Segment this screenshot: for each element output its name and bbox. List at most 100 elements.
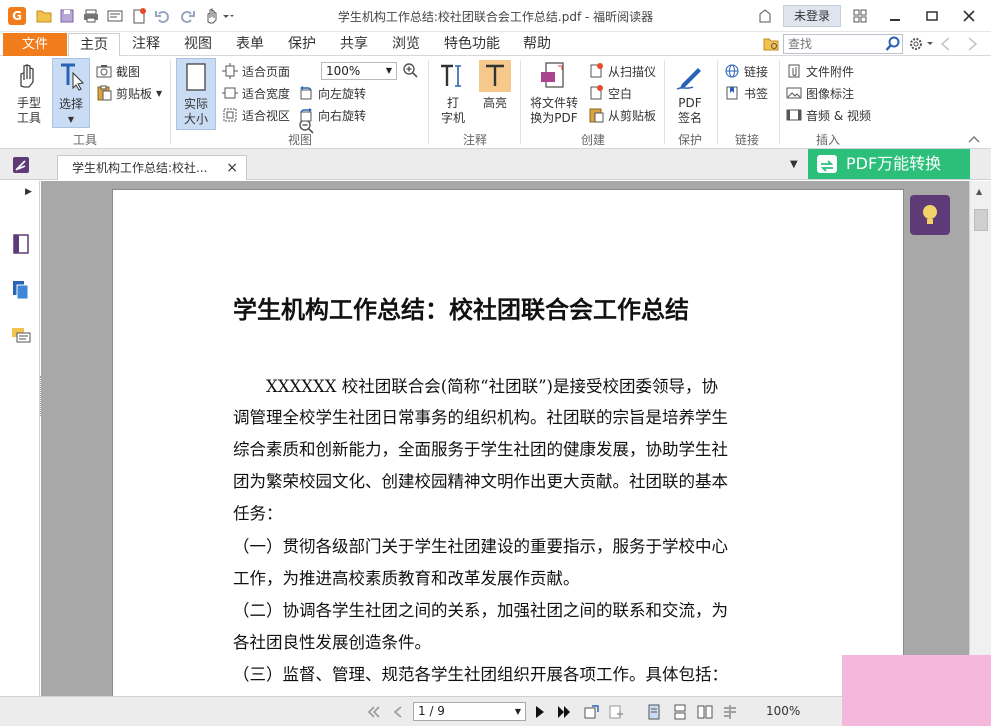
pdf-page: 学生机构工作总结：校社团联合会工作总结 XXXXXX 校社团联合会(简称“社团联…: [112, 189, 904, 696]
tab-comment[interactable]: 注释: [123, 32, 169, 56]
search-icon[interactable]: [885, 36, 901, 52]
document-text-line: （二）协调各学生社团之间的关系，加强社团之间的联系和交流，为: [233, 601, 728, 620]
typewriter-button[interactable]: 打 字机: [436, 58, 470, 126]
file-to-pdf-label-2: 换为PDF: [530, 111, 578, 125]
typewriter-icon: [437, 60, 469, 92]
scrollbar-thumb[interactable]: [974, 209, 988, 231]
hand-tool-button[interactable]: 手型 工具: [10, 58, 48, 126]
scroll-up-icon[interactable]: ▲: [976, 187, 982, 196]
export-page-icon[interactable]: [584, 704, 600, 720]
audio-video-button[interactable]: 音频 & 视频: [786, 106, 871, 124]
zoom-select[interactable]: 100% ▼: [321, 62, 397, 80]
next-page-icon[interactable]: [532, 704, 548, 720]
rotate-right-label: 向右旋转: [318, 108, 367, 123]
fit-visible-icon: [222, 107, 238, 123]
file-attachment-button[interactable]: 文件附件: [786, 62, 854, 80]
collapse-ribbon-icon[interactable]: [968, 133, 980, 143]
pdf-convert-button[interactable]: PDF万能转换: [808, 149, 970, 179]
close-tab-icon[interactable]: ×: [226, 156, 238, 180]
file-menu-tab[interactable]: 文件: [3, 33, 67, 56]
nav-forward-icon[interactable]: [966, 37, 978, 51]
document-tab[interactable]: 学生机构工作总结:校社... ×: [57, 155, 247, 180]
app-logo-icon[interactable]: G: [8, 7, 26, 25]
typewriter-label-2: 字机: [440, 111, 465, 125]
file-to-pdf-button[interactable]: 将文件转 换为PDF: [526, 58, 582, 126]
continuous-view-icon[interactable]: [672, 704, 688, 720]
redo-icon[interactable]: [178, 7, 196, 25]
settings-gear-icon[interactable]: [908, 36, 934, 52]
restore-icon[interactable]: [921, 5, 943, 27]
annotate-group-label: 注释: [462, 133, 487, 147]
expand-panel-icon[interactable]: ▶: [25, 187, 32, 197]
image-annotation-button[interactable]: 图像标注: [786, 84, 854, 102]
vertical-scrollbar[interactable]: ▲: [969, 181, 991, 696]
select-tool-button[interactable]: 选择 ▼: [52, 58, 90, 128]
text-cursor-icon: [55, 61, 87, 93]
hand-tool-quick-icon[interactable]: [203, 7, 235, 25]
pdf-sign-button[interactable]: PDF 签名: [670, 58, 710, 126]
ribbon-separator: [664, 60, 665, 144]
clipboard-dropdown-icon: ▼: [156, 88, 163, 98]
from-scanner-button[interactable]: 从扫描仪: [588, 62, 656, 80]
page-number-input[interactable]: 1 / 9 ▼: [413, 702, 526, 721]
highlight-button[interactable]: 高亮: [478, 58, 512, 111]
tab-form[interactable]: 表单: [227, 32, 273, 56]
fit-width-button[interactable]: 适合宽度: [222, 84, 290, 102]
minimize-icon[interactable]: [884, 5, 906, 27]
blank-doc-button[interactable]: 空白: [588, 84, 632, 102]
actual-size-button[interactable]: 实际 大小: [176, 58, 216, 130]
ribbon-separator: [717, 60, 718, 144]
zoom-in-icon[interactable]: [402, 62, 418, 78]
search-folder-icon[interactable]: [763, 37, 779, 51]
close-window-icon[interactable]: [958, 5, 980, 27]
undo-icon[interactable]: [154, 7, 172, 25]
grid-icon[interactable]: [850, 5, 870, 27]
open-folder-icon[interactable]: [35, 7, 53, 25]
pdf-convert-label: PDF万能转换: [846, 154, 942, 173]
continuous-facing-view-icon[interactable]: [722, 704, 738, 720]
tab-view[interactable]: 视图: [175, 32, 221, 56]
clipboard-button[interactable]: 剪贴板 ▼: [96, 84, 162, 102]
lightbulb-tip-icon[interactable]: [910, 195, 950, 235]
single-page-view-icon[interactable]: [646, 704, 662, 720]
hand-icon: [13, 60, 45, 92]
tab-home[interactable]: 主页: [68, 33, 120, 57]
bookmark-label: 书签: [744, 86, 769, 101]
facing-view-icon[interactable]: [697, 704, 713, 720]
protect-group-label: 保护: [677, 133, 702, 147]
previous-page-icon[interactable]: [390, 704, 406, 720]
document-tab-bar: 学生机构工作总结:校社... × ▼ PDF万能转换: [0, 149, 991, 180]
layers-icon[interactable]: [11, 279, 31, 301]
tab-protect[interactable]: 保护: [279, 32, 325, 56]
tab-help[interactable]: 帮助: [514, 32, 560, 56]
from-clipboard-button[interactable]: 从剪贴板: [588, 106, 656, 124]
comments-icon[interactable]: [11, 325, 31, 347]
zoom-level-readout[interactable]: 100%: [766, 704, 800, 718]
screenshot-button[interactable]: 截图: [96, 62, 140, 80]
fit-visible-button[interactable]: 适合视区: [222, 106, 290, 124]
typewriter-label-1: 打: [446, 96, 459, 110]
tab-list-dropdown-icon[interactable]: ▼: [790, 159, 798, 170]
document-view-area[interactable]: 学生机构工作总结：校社团联合会工作总结 XXXXXX 校社团联合会(简称“社团联…: [41, 181, 969, 696]
tab-share[interactable]: 共享: [331, 32, 377, 56]
fit-page-button[interactable]: 适合页面: [222, 62, 290, 80]
link-button[interactable]: 链接: [724, 62, 768, 80]
foxit-logo-icon[interactable]: [12, 156, 30, 174]
tab-features[interactable]: 特色功能: [435, 32, 509, 56]
rotate-right-button[interactable]: 向右旋转: [298, 106, 366, 124]
save-icon[interactable]: [58, 7, 76, 25]
last-page-icon[interactable]: [556, 704, 572, 720]
login-button[interactable]: 未登录: [783, 5, 841, 27]
first-page-icon[interactable]: [366, 704, 382, 720]
insert-page-icon[interactable]: [608, 704, 624, 720]
bookmark-button[interactable]: 书签: [724, 84, 768, 102]
nav-back-icon[interactable]: [940, 37, 952, 51]
pages-icon[interactable]: [11, 233, 31, 255]
link-label: 链接: [744, 64, 769, 79]
skin-icon[interactable]: [754, 5, 776, 27]
new-doc-icon[interactable]: [130, 7, 148, 25]
tab-browse[interactable]: 浏览: [383, 32, 429, 56]
properties-icon[interactable]: [106, 7, 124, 25]
rotate-left-button[interactable]: 向左旋转: [298, 84, 366, 102]
print-icon[interactable]: [82, 7, 100, 25]
